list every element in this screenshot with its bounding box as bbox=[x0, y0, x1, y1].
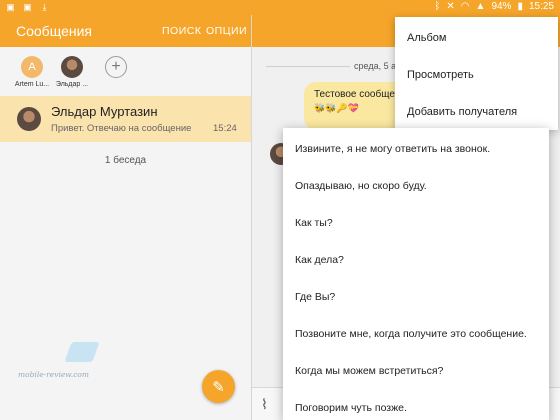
image-icon: ▣ bbox=[6, 2, 15, 12]
date-divider-line bbox=[266, 66, 350, 67]
wifi-icon: ◠ bbox=[460, 1, 470, 12]
quick-reply-item[interactable]: Где Вы? bbox=[295, 291, 335, 303]
bluetooth-icon: ᛒ bbox=[434, 1, 441, 12]
menu-item-view[interactable]: Просмотреть bbox=[407, 69, 474, 81]
favorites-bar: A Artem Lu... Эльдар ... + bbox=[0, 47, 251, 95]
search-button[interactable]: ПОИСК bbox=[162, 25, 201, 37]
quick-reply-item[interactable]: Поговорим чуть позже. bbox=[295, 402, 407, 414]
compose-icon: ✎ bbox=[212, 378, 225, 396]
quick-reply-item[interactable]: Извините, я не могу ответить на звонок. bbox=[295, 143, 490, 155]
options-button[interactable]: ОПЦИИ bbox=[206, 25, 247, 37]
app-bar: Сообщения ПОИСК ОПЦИИ bbox=[0, 15, 251, 47]
date-separator: среда, 5 а bbox=[354, 61, 397, 71]
watermark-logo bbox=[64, 342, 100, 362]
add-favorite-button[interactable]: + bbox=[93, 56, 139, 78]
conversation-name: Эльдар Муртазин bbox=[51, 104, 158, 119]
quick-replies-popup: Извините, я не могу ответить на звонок. … bbox=[283, 128, 549, 420]
download-icon: ⤓ bbox=[42, 2, 47, 12]
quick-reply-item[interactable]: Как дела? bbox=[295, 254, 344, 266]
watermark-text: mobile-review.com bbox=[18, 370, 90, 379]
clock: 15:25 bbox=[528, 1, 554, 12]
signal-icon: ▲ bbox=[475, 1, 486, 12]
quick-reply-item[interactable]: Как ты? bbox=[295, 217, 333, 229]
conversation-list-pane: A Artem Lu... Эльдар ... + Эльдар Муртаз… bbox=[0, 47, 251, 420]
plus-icon: + bbox=[105, 56, 127, 78]
list-item[interactable]: Эльдар Муртазин Привет. Отвечаю на сообщ… bbox=[0, 96, 251, 142]
options-menu: Альбом Просмотреть Добавить получателя bbox=[395, 17, 558, 130]
mute-icon: ✕ bbox=[446, 1, 455, 12]
favorite-name: Эльдар ... bbox=[55, 81, 89, 88]
menu-item-album[interactable]: Альбом bbox=[407, 32, 446, 44]
compose-button[interactable]: ✎ bbox=[202, 370, 235, 403]
avatar bbox=[17, 107, 41, 131]
quick-reply-item[interactable]: Опаздываю, но скоро буду. bbox=[295, 180, 427, 192]
status-bar: ▣ ▣ ⤓ ᛒ ✕ ◠ ▲ 94% ▮ 15:25 bbox=[0, 0, 560, 15]
avatar bbox=[61, 56, 83, 78]
paperclip-icon[interactable]: ⌇ bbox=[261, 396, 268, 413]
conversation-count: 1 беседа bbox=[104, 155, 147, 166]
image-icon: ▣ bbox=[23, 2, 32, 12]
battery-percent: 94% bbox=[491, 1, 512, 12]
watermark: mobile-review.com bbox=[10, 342, 110, 382]
quick-reply-item[interactable]: Когда мы можем встретиться? bbox=[295, 365, 443, 377]
menu-item-add-recipient[interactable]: Добавить получателя bbox=[407, 106, 517, 118]
favorite-contact[interactable]: Эльдар ... bbox=[49, 56, 95, 88]
avatar: A bbox=[21, 56, 43, 78]
conversation-snippet: Привет. Отвечаю на сообщение bbox=[51, 123, 192, 134]
battery-icon: ▮ bbox=[517, 1, 523, 12]
app-title: Сообщения bbox=[16, 23, 92, 39]
conversation-time: 15:24 bbox=[213, 123, 237, 134]
quick-reply-item[interactable]: Позвоните мне, когда получите это сообще… bbox=[295, 328, 527, 340]
